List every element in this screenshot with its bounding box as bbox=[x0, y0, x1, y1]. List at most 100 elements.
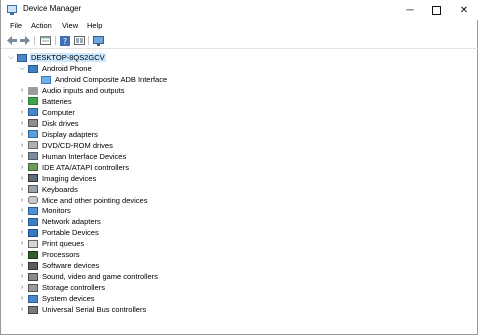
battery-icon bbox=[28, 97, 38, 106]
toolbar: ? bbox=[1, 33, 479, 49]
tree-item-android-phone[interactable]: ⌵ Android Phone bbox=[18, 63, 93, 74]
tree-category[interactable]: › Portable Devices bbox=[18, 227, 100, 238]
device-manager-window: Device Manager ─ ✕ File Action View Help… bbox=[0, 0, 479, 335]
menu-view[interactable]: View bbox=[62, 21, 78, 30]
menu-bar: File Action View Help bbox=[1, 20, 479, 33]
chevron-right-icon[interactable]: › bbox=[18, 131, 26, 138]
tree-item-adb-interface[interactable]: Android Composite ADB Interface bbox=[39, 74, 168, 85]
tree-category-label: Network adapters bbox=[42, 217, 101, 227]
tree-category[interactable]: › Storage controllers bbox=[18, 282, 106, 293]
view-button[interactable] bbox=[73, 35, 85, 46]
properties-button[interactable] bbox=[39, 35, 51, 46]
display-adapter-icon bbox=[28, 130, 38, 139]
computer-icon bbox=[17, 53, 27, 62]
chevron-down-icon[interactable]: ⌵ bbox=[7, 54, 15, 62]
close-button[interactable]: ✕ bbox=[451, 0, 477, 20]
chevron-right-icon[interactable]: › bbox=[18, 273, 26, 280]
chevron-right-icon[interactable]: › bbox=[18, 120, 26, 127]
menu-help[interactable]: Help bbox=[87, 21, 102, 30]
title-bar[interactable]: Device Manager ─ ✕ bbox=[1, 0, 479, 20]
tree-category[interactable]: › Audio inputs and outputs bbox=[18, 85, 126, 96]
toolbar-separator bbox=[34, 36, 35, 45]
dvd-drive-icon bbox=[28, 141, 38, 150]
tree-category[interactable]: › Sound, video and game controllers bbox=[18, 271, 159, 282]
tree-category-label: DVD/CD-ROM drives bbox=[42, 140, 113, 150]
tree-category-label: Monitors bbox=[42, 206, 71, 216]
maximize-button[interactable] bbox=[423, 0, 449, 20]
monitor-icon bbox=[28, 206, 38, 215]
tree-category[interactable]: › Display adapters bbox=[18, 129, 99, 140]
chevron-right-icon[interactable]: › bbox=[18, 142, 26, 149]
forward-button[interactable] bbox=[19, 35, 30, 46]
tree-category[interactable]: › Monitors bbox=[18, 205, 72, 216]
tree-category[interactable]: › Disk drives bbox=[18, 118, 80, 129]
software-device-icon bbox=[28, 261, 38, 270]
tree-category[interactable]: › Imaging devices bbox=[18, 173, 97, 184]
tree-category[interactable]: › Software devices bbox=[18, 260, 100, 271]
computer-icon bbox=[28, 108, 38, 117]
keyboard-icon bbox=[28, 185, 38, 194]
chevron-right-icon[interactable]: › bbox=[18, 175, 26, 182]
tree-category[interactable]: › Mice and other pointing devices bbox=[18, 195, 148, 206]
portable-device-icon bbox=[28, 228, 38, 237]
tree-category-label: Keyboards bbox=[42, 184, 78, 194]
chevron-right-icon[interactable]: › bbox=[18, 207, 26, 214]
toolbar-separator bbox=[88, 36, 89, 45]
chevron-right-icon[interactable]: › bbox=[18, 218, 26, 225]
minimize-button[interactable]: ─ bbox=[397, 0, 423, 20]
tree-category[interactable]: › Computer bbox=[18, 107, 76, 118]
tree-category-label: Imaging devices bbox=[42, 173, 97, 183]
tree-category-label: Mice and other pointing devices bbox=[42, 195, 148, 205]
menu-file[interactable]: File bbox=[10, 21, 22, 30]
tree-category[interactable]: › Processors bbox=[18, 249, 81, 260]
system-device-icon bbox=[28, 294, 38, 303]
tree-category[interactable]: › DVD/CD-ROM drives bbox=[18, 140, 114, 151]
maximize-icon bbox=[431, 5, 441, 15]
tree-category[interactable]: › Network adapters bbox=[18, 216, 102, 227]
chevron-right-icon[interactable]: › bbox=[18, 262, 26, 269]
tree-category-label: Software devices bbox=[42, 261, 100, 271]
chevron-right-icon[interactable]: › bbox=[18, 306, 26, 313]
chevron-right-icon[interactable]: › bbox=[18, 153, 26, 160]
chevron-right-icon[interactable]: › bbox=[18, 295, 26, 302]
menu-action[interactable]: Action bbox=[31, 21, 52, 30]
device-tree[interactable]: ⌵ DESKTOP-8QS2GCV ⌵ Android Phone Androi… bbox=[1, 50, 477, 333]
chevron-right-icon[interactable]: › bbox=[18, 197, 26, 204]
tree-category-label: Universal Serial Bus controllers bbox=[42, 305, 147, 314]
tree-category-label: Audio inputs and outputs bbox=[42, 86, 125, 95]
chevron-right-icon[interactable]: › bbox=[18, 87, 26, 94]
chevron-down-icon[interactable]: ⌵ bbox=[18, 65, 26, 73]
tree-item-label: Android Phone bbox=[42, 64, 92, 73]
help-button[interactable]: ? bbox=[59, 35, 70, 46]
tree-category-label: Computer bbox=[42, 107, 75, 117]
chevron-right-icon[interactable]: › bbox=[18, 240, 26, 247]
tree-category[interactable]: › Universal Serial Bus controllers bbox=[18, 304, 147, 315]
tree-category[interactable]: › Human Interface Devices bbox=[18, 151, 127, 162]
tree-category[interactable]: › IDE ATA/ATAPI controllers bbox=[18, 162, 130, 173]
svg-text:?: ? bbox=[62, 37, 66, 46]
chevron-right-icon[interactable]: › bbox=[18, 109, 26, 116]
tree-category-label: Portable Devices bbox=[42, 228, 99, 238]
chevron-right-icon[interactable]: › bbox=[18, 284, 26, 291]
tree-root-label: DESKTOP-8QS2GCV bbox=[30, 53, 106, 62]
chevron-right-icon[interactable]: › bbox=[18, 251, 26, 258]
chevron-right-icon[interactable]: › bbox=[18, 98, 26, 105]
tree-category[interactable]: › Batteries bbox=[18, 96, 73, 107]
tree-category[interactable]: › Print queues bbox=[18, 238, 85, 249]
tree-category-label: Print queues bbox=[42, 239, 85, 249]
device-manager-icon bbox=[7, 5, 17, 15]
window-title: Device Manager bbox=[23, 4, 82, 13]
back-button[interactable] bbox=[6, 35, 17, 46]
android-phone-icon bbox=[28, 64, 38, 73]
back-arrow-icon bbox=[6, 36, 17, 45]
tree-category[interactable]: › System devices bbox=[18, 293, 96, 304]
tree-category-label: Processors bbox=[42, 250, 80, 260]
tree-item-label: Android Composite ADB Interface bbox=[55, 75, 168, 84]
chevron-right-icon[interactable]: › bbox=[18, 229, 26, 236]
tree-category[interactable]: › Keyboards bbox=[18, 184, 79, 195]
scan-hardware-button[interactable] bbox=[92, 35, 104, 46]
chevron-right-icon[interactable]: › bbox=[18, 164, 26, 171]
tree-category-label: Human Interface Devices bbox=[42, 151, 127, 161]
tree-root[interactable]: ⌵ DESKTOP-8QS2GCV bbox=[7, 52, 106, 63]
chevron-right-icon[interactable]: › bbox=[18, 186, 26, 193]
